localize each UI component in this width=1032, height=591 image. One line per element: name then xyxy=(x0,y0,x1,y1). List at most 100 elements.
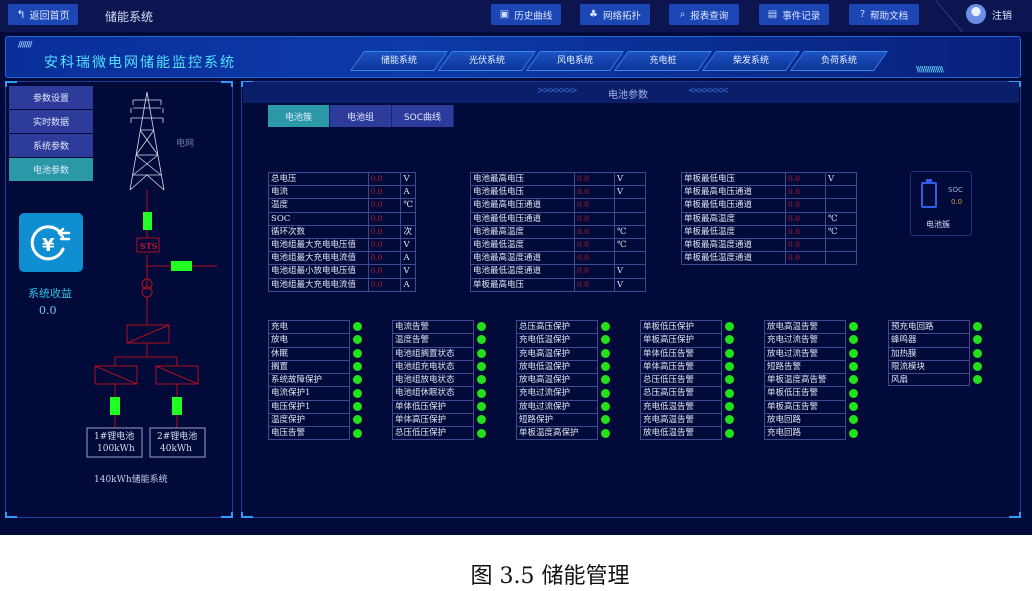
status-column: 预充电回路 蜂鸣器 加热膜 限流模块 风扇 xyxy=(888,320,982,387)
history-curve-button[interactable]: ▣ 历史曲线 xyxy=(491,4,561,25)
status-item: 电池组充电状态 xyxy=(392,359,486,374)
param-row: 电池最低温度通道 0.0 V xyxy=(470,264,646,279)
status-indicator-icon xyxy=(601,415,610,425)
param-unit xyxy=(614,198,646,213)
soc-value: 0.0 xyxy=(951,198,963,206)
nav-tab-charger[interactable]: 充电桩 xyxy=(613,51,713,71)
status-item: 充电过流告警 xyxy=(764,333,858,347)
status-item: 单板温度高告警 xyxy=(764,373,858,387)
sidebar-item-realtime-data[interactable]: 实时数据 xyxy=(9,110,93,133)
status-indicator-icon xyxy=(601,428,610,438)
storage-system-label: 140kWh储能系统 xyxy=(94,475,168,485)
tab-battery-group[interactable]: 电池组 xyxy=(330,105,392,127)
status-indicator-icon xyxy=(725,428,734,438)
param-name: 电池最低电压 xyxy=(470,185,575,200)
param-table-board: 单板最低电压 0.0 V 单板最高电压通道 0.0 单板最低电压通道 0.0 单板最高温度 0.… xyxy=(681,171,857,266)
sidebar-item-param-settings[interactable]: 参数设置 xyxy=(9,86,93,109)
param-name: 温度 xyxy=(268,198,369,213)
status-item: 放电低温告警 xyxy=(640,426,734,440)
status-item: 充电回路 xyxy=(764,426,858,440)
status-label: 系统故障保护 xyxy=(268,373,350,387)
status-label: 电池组搁置状态 xyxy=(392,346,474,360)
status-item: 放电过流告警 xyxy=(764,346,858,360)
status-label: 电流告警 xyxy=(392,320,474,334)
status-item: 充电 xyxy=(268,320,362,334)
param-value: 0.0 xyxy=(785,211,826,226)
sidebar-item-battery-params[interactable]: 电池参数 xyxy=(9,158,93,181)
param-name: 单板最低电压通道 xyxy=(681,198,786,213)
nav-tab-diesel[interactable]: 柴发系统 xyxy=(701,51,801,71)
status-indicator-icon xyxy=(725,362,734,372)
network-topology-label: 网络拓扑 xyxy=(602,10,641,22)
report-query-button[interactable]: ⌕ 报表查询 xyxy=(669,4,739,25)
status-label: 温度保护 xyxy=(268,413,350,427)
sidebar-item-system-params[interactable]: 系统参数 xyxy=(9,134,93,157)
status-indicator-icon xyxy=(477,335,486,345)
param-name: SOC xyxy=(268,211,369,226)
status-item: 充电高温保护 xyxy=(516,346,610,360)
back-home-button[interactable]: ↰ 返回首页 xyxy=(8,4,78,25)
tab-soc-curve[interactable]: SOC曲线 xyxy=(392,105,454,127)
help-docs-button[interactable]: ? 帮助文档 xyxy=(849,4,919,25)
soc-label: SOC xyxy=(948,186,963,194)
param-row: 单板最低电压通道 0.0 xyxy=(681,198,857,213)
status-label: 单板高压保护 xyxy=(640,333,722,347)
param-unit: V xyxy=(614,171,646,187)
back-arrow-icon: ↰ xyxy=(16,8,26,21)
status-indicator-icon xyxy=(973,348,982,358)
status-indicator-icon xyxy=(601,322,610,332)
sts-label: STS xyxy=(140,241,158,251)
status-label: 总压低压保护 xyxy=(392,426,474,440)
topology-icon: ♣ xyxy=(589,9,598,20)
status-item: 温度保护 xyxy=(268,413,362,427)
document-icon: ▤ xyxy=(767,9,778,20)
status-column: 总压高压保护 充电低温保护 充电高温保护 放电低温保护 放电高温保护 充电过流保护 放电过流… xyxy=(516,320,610,440)
param-row: 单板最高温度 0.0 ℃ xyxy=(681,211,857,226)
status-item: 风扇 xyxy=(888,373,982,387)
status-label: 充电回路 xyxy=(764,426,846,440)
status-indicator-icon xyxy=(477,375,486,385)
nav-tab-wind[interactable]: 风电系统 xyxy=(525,51,625,71)
param-row: 电池组最大充电电流值 0.0 A xyxy=(268,277,416,292)
status-item: 总压高压保护 xyxy=(516,320,610,334)
status-item: 单体高压告警 xyxy=(640,359,734,374)
status-label: 总压低压告警 xyxy=(640,373,722,387)
status-item: 限流模块 xyxy=(888,359,982,374)
status-item: 单体低压告警 xyxy=(640,346,734,360)
param-unit: 次 xyxy=(400,224,416,239)
status-indicator-icon xyxy=(353,401,362,411)
param-value: 0.0 xyxy=(574,237,615,253)
status-item: 总压低压告警 xyxy=(640,373,734,387)
param-value: 0.0 xyxy=(367,211,402,226)
sub-tabs: 电池簇 电池组 SOC曲线 xyxy=(268,105,454,127)
param-row: 电池最高电压 0.0 V xyxy=(470,171,646,187)
param-value: 0.0 xyxy=(367,264,402,279)
corner-decor xyxy=(5,512,17,518)
param-name: 单板最高温度通道 xyxy=(681,237,786,253)
network-topology-button[interactable]: ♣ 网络拓扑 xyxy=(580,4,650,25)
tab-battery-cluster[interactable]: 电池簇 xyxy=(268,105,330,127)
status-label: 蜂鸣器 xyxy=(888,333,970,347)
status-item: 蜂鸣器 xyxy=(888,333,982,347)
param-unit: V xyxy=(400,171,416,187)
avatar xyxy=(966,4,986,24)
nav-tab-label: 充电桩 xyxy=(649,56,677,66)
nav-tab-load[interactable]: 负荷系统 xyxy=(789,51,889,71)
soc-card-name: 电池簇 xyxy=(926,220,950,229)
event-log-button[interactable]: ▤ 事件记录 xyxy=(759,4,829,25)
status-indicator-icon xyxy=(725,348,734,358)
status-label: 电池组充电状态 xyxy=(392,359,474,374)
param-unit xyxy=(825,198,857,213)
param-table-cluster: 总电压 0.0 V 电流 0.0 A 温度 0.0 ℃ SOC 0.0 循环次数 0.0 次电池组最大充电… xyxy=(268,171,416,292)
decor-stripes-right: \\\\\\\\\\\\\\ xyxy=(916,65,944,74)
user-menu[interactable]: 注销 xyxy=(966,4,1012,24)
status-label: 放电过流告警 xyxy=(764,346,846,360)
param-row: 电流 0.0 A xyxy=(268,185,416,200)
status-indicator-icon xyxy=(849,348,858,358)
nav-tab-storage[interactable]: 储能系统 xyxy=(349,51,449,71)
status-label: 单板高压告警 xyxy=(764,399,846,414)
nav-tab-pv[interactable]: 光伏系统 xyxy=(437,51,537,71)
logout-link[interactable]: 注销 xyxy=(992,7,1012,22)
status-label: 单板低压保护 xyxy=(640,320,722,334)
nav-tab-label: 负荷系统 xyxy=(820,56,857,66)
